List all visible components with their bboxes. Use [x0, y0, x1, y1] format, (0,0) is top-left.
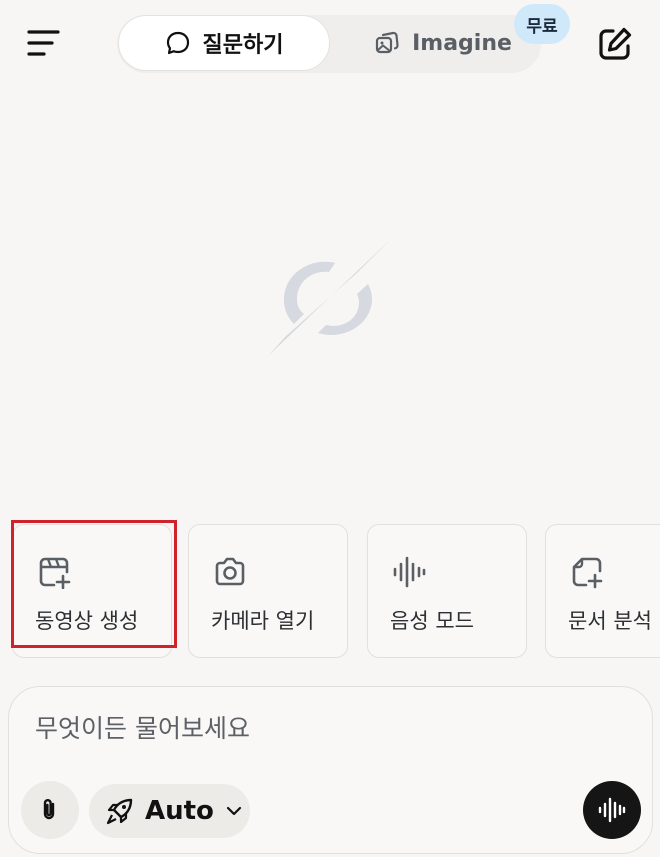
- menu-button[interactable]: [26, 26, 62, 62]
- message-input[interactable]: [33, 705, 597, 751]
- tab-imagine-label: Imagine: [412, 30, 512, 56]
- quick-action-video[interactable]: 동영상 생성: [12, 524, 172, 658]
- chat-bubble-icon: [166, 31, 189, 55]
- quick-action-voice[interactable]: 음성 모드: [367, 524, 527, 658]
- new-chat-button[interactable]: [596, 25, 634, 63]
- quick-action-video-label: 동영상 생성: [35, 609, 139, 633]
- free-badge: 무료: [514, 4, 570, 44]
- quick-action-camera-label: 카메라 열기: [211, 609, 315, 633]
- video-create-icon: [39, 557, 71, 589]
- tab-ask-label: 질문하기: [202, 33, 284, 58]
- model-label: Auto: [145, 796, 214, 826]
- composer: Auto: [8, 686, 653, 854]
- chevron-down-icon: [226, 806, 242, 816]
- document-add-icon: [572, 557, 603, 589]
- attach-button[interactable]: [21, 781, 79, 839]
- logo-icon: [268, 238, 392, 356]
- tab-imagine[interactable]: Imagine: [353, 15, 533, 71]
- app-logo: [262, 236, 394, 360]
- quick-action-voice-label: 음성 모드: [390, 609, 474, 633]
- waveform-icon: [598, 797, 626, 823]
- waveform-icon: [393, 556, 426, 588]
- app-screen: 질문하기 Imagine 무료 동영상 생성 카메라 열기 음성 모드 문서 분…: [0, 0, 660, 857]
- rocket-icon: [106, 798, 133, 825]
- tab-ask[interactable]: 질문하기: [118, 15, 330, 71]
- model-selector[interactable]: Auto: [89, 784, 250, 838]
- quick-action-camera[interactable]: 카메라 열기: [188, 524, 348, 658]
- quick-action-document-label: 문서 분석: [568, 609, 652, 633]
- hamburger-menu-icon: [27, 30, 60, 56]
- voice-mode-button[interactable]: [583, 781, 641, 839]
- camera-icon: [215, 557, 245, 586]
- quick-action-document[interactable]: 문서 분석: [545, 524, 660, 658]
- edit-icon: [599, 27, 632, 60]
- mode-switch: 질문하기 Imagine: [117, 15, 541, 73]
- paperclip-icon: [43, 799, 55, 820]
- image-stack-icon: [375, 31, 399, 54]
